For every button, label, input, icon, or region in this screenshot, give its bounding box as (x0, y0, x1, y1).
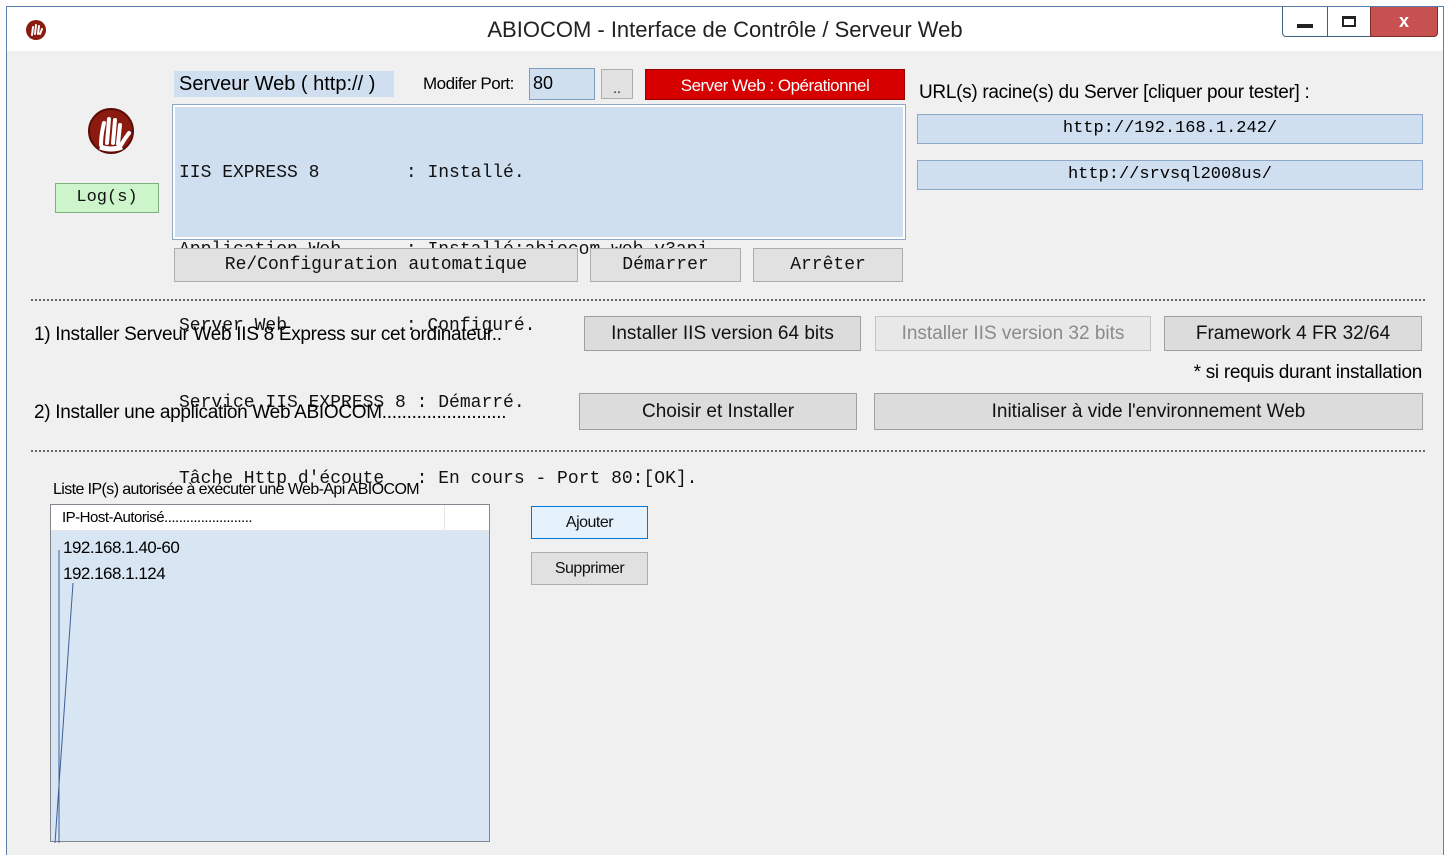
log-button[interactable]: Log(s) (55, 183, 159, 213)
window-title: ABIOCOM - Interface de Contrôle / Serveu… (487, 17, 963, 42)
server-status-badge: Server Web : Opérationnel (645, 69, 905, 100)
url-link[interactable]: http://srvsql2008us/ (917, 160, 1423, 190)
close-button[interactable]: x (1370, 7, 1438, 37)
abiocom-logo-icon (88, 108, 134, 154)
add-ip-button[interactable]: Ajouter (531, 506, 648, 539)
requirement-note: * si requis durant installation (1193, 362, 1423, 383)
port-input[interactable]: 80 (529, 68, 595, 100)
step1-label: 1) Installer Serveur Web IIS 8 Express s… (34, 324, 502, 345)
install-iis64-button[interactable]: Installer IIS version 64 bits (584, 316, 861, 351)
urls-label: URL(s) racine(s) du Server [cliquer pour… (919, 82, 1310, 103)
port-label: Modifer Port: (423, 74, 514, 93)
tree-connector-lines (54, 550, 74, 843)
reconfigure-button[interactable]: Re/Configuration automatique (174, 248, 578, 282)
framework-button[interactable]: Framework 4 FR 32/64 (1164, 316, 1422, 351)
maximize-icon (1342, 16, 1356, 27)
init-environment-button[interactable]: Initialiser à vide l'environnement Web (874, 393, 1423, 430)
port-browse-button[interactable]: .. (601, 69, 633, 99)
stop-button[interactable]: Arrêter (753, 248, 903, 282)
server-status-box: IIS EXPRESS 8 : Installé. Application We… (172, 104, 906, 489)
maximize-button[interactable] (1327, 7, 1371, 37)
close-icon: x (1398, 11, 1409, 31)
status-line: IIS EXPRESS 8 : Installé. (179, 163, 525, 183)
start-button[interactable]: Démarrer (590, 248, 741, 282)
delete-ip-button[interactable]: Supprimer (531, 552, 648, 585)
main-window: ABIOCOM - Interface de Contrôle / Serveu… (6, 6, 1444, 855)
ip-listview[interactable]: IP-Host-Autorisé........................… (50, 504, 490, 843)
url-link[interactable]: http://192.168.1.242/ (917, 114, 1423, 144)
section-divider (31, 299, 1425, 301)
server-web-label: Serveur Web ( http:// ) (174, 71, 394, 97)
choose-install-button[interactable]: Choisir et Installer (579, 393, 857, 430)
minimize-button[interactable] (1282, 7, 1328, 37)
ip-list-label: Liste IP(s) autorisée à exécuter une Web… (53, 481, 420, 498)
title-bar: ABIOCOM - Interface de Contrôle / Serveu… (7, 7, 1443, 51)
section-divider (31, 450, 1425, 452)
step2-label: 2) Installer une application Web ABIOCOM… (34, 402, 507, 423)
install-iis32-button[interactable]: Installer IIS version 32 bits (875, 316, 1151, 351)
minimize-icon (1297, 24, 1313, 28)
